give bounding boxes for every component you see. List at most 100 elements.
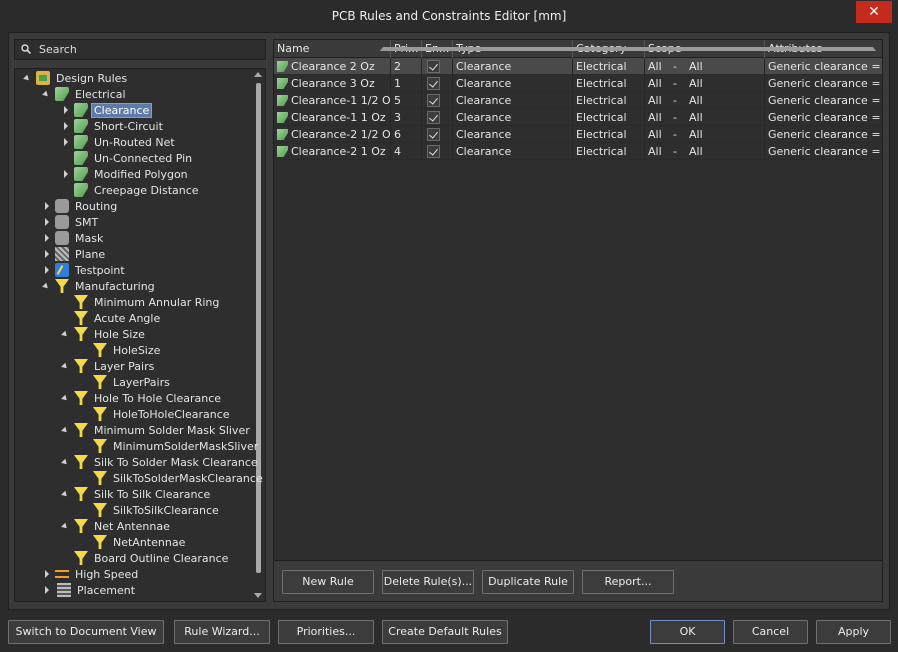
rule-wizard-button[interactable]: Rule Wizard...	[174, 620, 270, 644]
collapsed-arrow-icon[interactable]	[61, 121, 71, 131]
table-row[interactable]: Clearance-1 1 Oz 3 Clearance Electrical All -…	[274, 109, 882, 126]
tree-scrollbar-thumb[interactable]	[256, 83, 261, 573]
enabled-checkbox[interactable]	[427, 145, 440, 158]
tree-node[interactable]: Modified Polygon	[61, 166, 190, 182]
tree-node[interactable]: Testpoint	[42, 262, 127, 278]
table-row[interactable]: Clearance-2 1/2 Oz 6 Clearance Electrical Al…	[274, 126, 882, 143]
tree-node[interactable]: Routing	[42, 198, 119, 214]
expanded-arrow-icon[interactable]	[61, 329, 71, 339]
tree-node-label: NetAntennae	[113, 535, 186, 549]
table-row[interactable]: Clearance 2 Oz 2 Clearance Electrical All - Al…	[274, 58, 882, 75]
tree-node-label: SMT	[75, 215, 99, 229]
expanded-arrow-icon[interactable]	[61, 521, 71, 531]
tree-node[interactable]: Creepage Distance	[61, 182, 201, 198]
expanded-arrow-icon[interactable]	[61, 457, 71, 467]
enabled-checkbox[interactable]	[427, 60, 440, 73]
collapsed-arrow-icon[interactable]	[61, 105, 71, 115]
folder-rule-icon	[36, 71, 50, 85]
rules-tree[interactable]: Design Rules Electrical Clearance Short-Cir…	[14, 68, 266, 602]
new-rule-button[interactable]: New Rule	[282, 570, 374, 594]
collapsed-arrow-icon[interactable]	[42, 265, 52, 275]
tree-node[interactable]: LayerPairs	[80, 374, 172, 390]
close-button[interactable]: ✕	[856, 1, 892, 23]
tree-node[interactable]: SilkToSilkClearance	[80, 502, 221, 518]
tree-node[interactable]: MinimumSolderMaskSliver	[80, 438, 260, 454]
tree-node[interactable]: High Speed	[42, 566, 140, 582]
scope-cell: All - All	[645, 92, 765, 109]
enabled-checkbox[interactable]	[427, 94, 440, 107]
tree-node[interactable]: Minimum Solder Mask Sliver	[61, 422, 252, 438]
tree-node[interactable]: Layer Pairs	[61, 358, 156, 374]
search-box[interactable]: Search	[14, 39, 266, 60]
tree-node[interactable]: Net Antennae	[61, 518, 172, 534]
tree-node[interactable]: HoleSize	[80, 342, 162, 358]
duplicate-rule-button[interactable]: Duplicate Rule	[482, 570, 574, 594]
tree-node[interactable]: Placement	[42, 582, 137, 598]
tree-node[interactable]: Board Outline Clearance	[61, 550, 230, 566]
ok-button[interactable]: OK	[650, 620, 725, 644]
collapsed-arrow-icon[interactable]	[42, 249, 52, 259]
apply-button[interactable]: Apply	[816, 620, 891, 644]
expanded-arrow-icon[interactable]	[61, 361, 71, 371]
cancel-button[interactable]: Cancel	[733, 620, 808, 644]
tree-node[interactable]: Plane	[42, 246, 107, 262]
tree-node[interactable]: NetAntennae	[80, 534, 187, 550]
tree-node-label: Hole Size	[94, 327, 145, 341]
tree-node-label: SilkToSolderMaskClearance	[113, 471, 263, 485]
mfg-rule-icon	[74, 423, 88, 437]
enabled-checkbox[interactable]	[427, 77, 440, 90]
create-default-rules-button[interactable]: Create Default Rules	[382, 620, 508, 644]
scope-part: -	[673, 145, 677, 158]
expanded-arrow-icon[interactable]	[61, 489, 71, 499]
tree-node[interactable]: Minimum Annular Ring	[61, 294, 221, 310]
tree-node[interactable]: Silk To Solder Mask Clearance	[61, 454, 260, 470]
tree-node[interactable]: Hole Size	[61, 326, 147, 342]
tree-node[interactable]: SMT	[42, 214, 100, 230]
switch-to-document-view-button[interactable]: Switch to Document View	[8, 620, 164, 644]
scroll-up-arrow-icon[interactable]	[254, 72, 262, 77]
collapsed-arrow-icon[interactable]	[61, 169, 71, 179]
enabled-checkbox[interactable]	[427, 128, 440, 141]
scope-part: All	[648, 77, 662, 90]
tree-node[interactable]: Manufacturing	[42, 278, 157, 294]
collapsed-arrow-icon[interactable]	[42, 233, 52, 243]
table-row[interactable]: Clearance 3 Oz 1 Clearance Electrical All - Al…	[274, 75, 882, 92]
collapsed-arrow-icon[interactable]	[42, 217, 52, 227]
tree-node[interactable]: Design Rules	[23, 70, 129, 86]
collapsed-arrow-icon[interactable]	[42, 585, 52, 595]
priorities-button[interactable]: Priorities...	[278, 620, 374, 644]
tree-node[interactable]: Clearance	[61, 102, 153, 118]
tree-node[interactable]: Un-Connected Pin	[61, 150, 194, 166]
scroll-down-arrow-icon[interactable]	[254, 593, 262, 598]
scope-part: -	[673, 128, 677, 141]
expanded-arrow-icon[interactable]	[61, 425, 71, 435]
tree-node[interactable]: Hole To Hole Clearance	[61, 390, 223, 406]
delete-rules-button[interactable]: Delete Rule(s)...	[382, 570, 474, 594]
column-header-name[interactable]: Name	[274, 40, 391, 58]
rule-name-cell: Clearance-2 1 Oz	[274, 143, 391, 160]
expanded-arrow-icon[interactable]	[23, 73, 33, 83]
collapsed-arrow-icon[interactable]	[42, 201, 52, 211]
table-row[interactable]: Clearance-1 1/2 Oz 5 Clearance Electrical Al…	[274, 92, 882, 109]
table-row[interactable]: Clearance-2 1 Oz 4 Clearance Electrical All -…	[274, 143, 882, 160]
tree-node[interactable]: Un-Routed Net	[61, 134, 177, 150]
tree-node[interactable]: HoleToHoleClearance	[80, 406, 232, 422]
expanded-arrow-icon[interactable]	[42, 281, 52, 291]
expanded-arrow-icon[interactable]	[61, 393, 71, 403]
tree-node-label: MinimumSolderMaskSliver	[113, 439, 259, 453]
tree-node[interactable]: Electrical	[42, 86, 128, 102]
tree-node[interactable]: Silk To Silk Clearance	[61, 486, 212, 502]
mfg-rule-icon	[93, 503, 107, 517]
tree-node[interactable]: SilkToSolderMaskClearance	[80, 470, 265, 486]
collapsed-arrow-icon[interactable]	[61, 137, 71, 147]
report-button[interactable]: Report...	[582, 570, 674, 594]
expanded-arrow-icon[interactable]	[42, 89, 52, 99]
tree-node[interactable]: Acute Angle	[61, 310, 162, 326]
tree-node[interactable]: Short-Circuit	[61, 118, 165, 134]
tree-node[interactable]: Mask	[42, 230, 105, 246]
collapsed-arrow-icon[interactable]	[42, 569, 52, 579]
mfg-rule-icon	[74, 359, 88, 373]
enabled-checkbox[interactable]	[427, 111, 440, 124]
